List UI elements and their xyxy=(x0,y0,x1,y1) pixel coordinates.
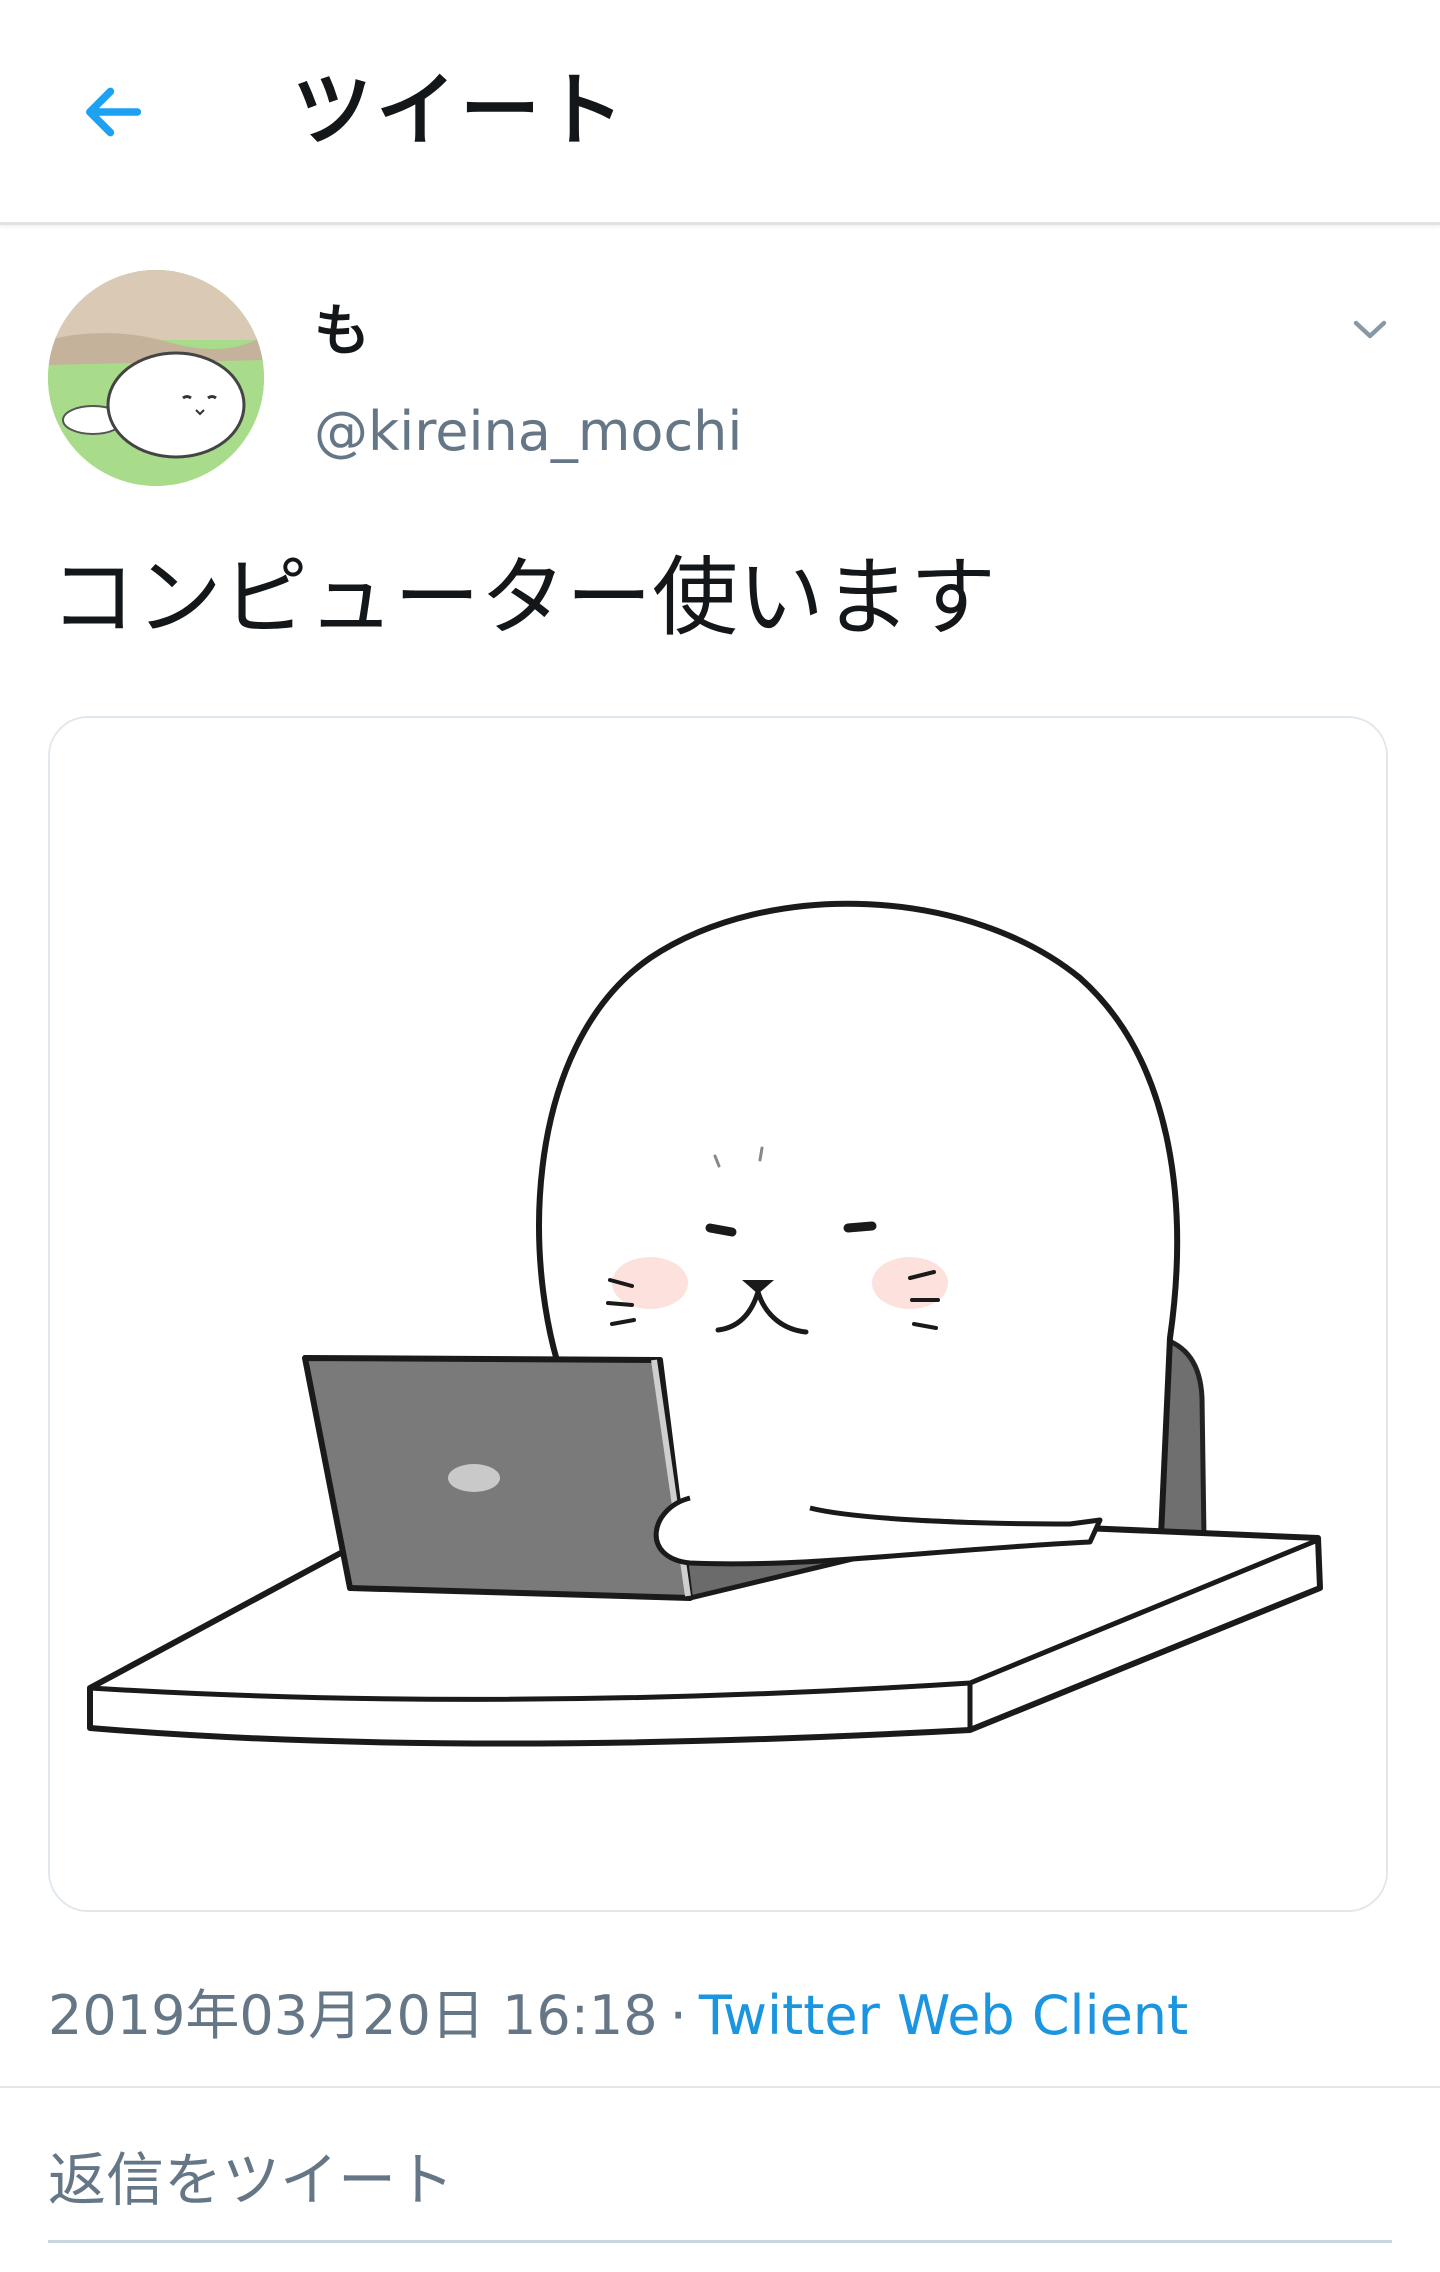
top-app-bar: ツイート xyxy=(0,0,1440,225)
tweet-text: コンピューター使います xyxy=(50,548,996,648)
tweet-menu-button[interactable] xyxy=(1336,296,1404,364)
reply-input[interactable]: 返信をツイート xyxy=(48,2130,1392,2243)
chevron-down-icon xyxy=(1353,320,1387,339)
divider xyxy=(0,2086,1440,2088)
seal-laptop-illustration xyxy=(87,900,1323,1747)
seal-avatar-image xyxy=(48,270,264,486)
avatar[interactable] xyxy=(48,270,264,486)
arrow-left-icon xyxy=(86,87,142,137)
page-title: ツイート xyxy=(292,64,628,157)
author-display-name[interactable]: も xyxy=(314,292,370,372)
tweet-metadata: 2019年03月20日 16:18 · Twitter Web Client xyxy=(48,1976,1188,2056)
tweet-client-link[interactable]: Twitter Web Client xyxy=(699,1984,1188,2047)
tweet-media-image[interactable] xyxy=(48,716,1388,1912)
back-button[interactable] xyxy=(60,60,164,164)
author-screen-name[interactable]: @kireina_mochi xyxy=(314,396,742,468)
reply-placeholder: 返信をツイート xyxy=(48,2146,455,2214)
tweet-timestamp[interactable]: 2019年03月20日 16:18 xyxy=(48,1984,658,2047)
meta-separator: · xyxy=(669,1984,687,2047)
